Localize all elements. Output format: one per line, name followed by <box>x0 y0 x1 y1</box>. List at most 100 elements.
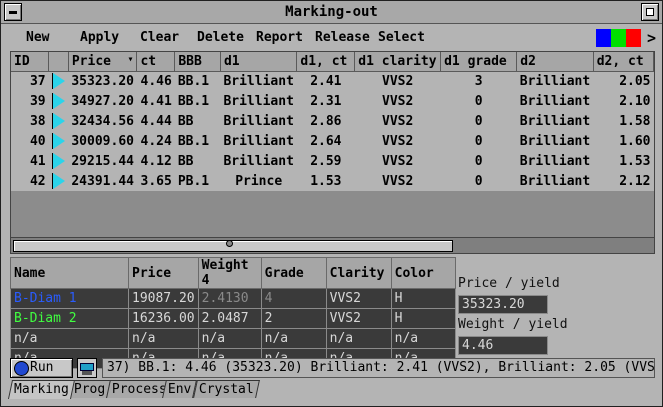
grid-cell: 2.12 <box>593 171 654 191</box>
grid-cell: 1.53 <box>593 151 654 171</box>
tab-label: Process <box>111 382 167 397</box>
menu-more-arrow-icon[interactable]: > <box>647 29 656 47</box>
col-d1[interactable]: d1 <box>220 52 298 72</box>
grid-cell: 39 <box>11 91 49 111</box>
parts-col-weight: Weight 4 <box>197 257 262 289</box>
run-button[interactable]: Run <box>10 358 73 378</box>
weight-yield-label: Weight / yield <box>458 317 568 332</box>
tab-prog[interactable]: Prog <box>68 380 112 398</box>
col-marker[interactable] <box>48 52 69 72</box>
grid-cell: Brilliant <box>220 71 297 91</box>
part-cell: 19087.20 <box>128 288 199 309</box>
scroll-thumb[interactable] <box>13 240 453 252</box>
grid-cell: BB <box>174 111 221 131</box>
row-marker <box>48 91 69 111</box>
grid-cell: Prince <box>220 171 297 191</box>
grid-cell: 2.86 <box>296 111 355 131</box>
grid-cell: 4.41 <box>136 91 175 111</box>
grid-cell: 4.44 <box>136 111 175 131</box>
grid-cell: 32434.56 <box>68 111 137 131</box>
part-cell: 2.4130 <box>197 288 262 309</box>
tab-env[interactable]: Env <box>162 380 198 398</box>
grid-cell: 4.46 <box>136 71 175 91</box>
col-ct[interactable]: ct <box>136 52 176 72</box>
grid-cell: 40 <box>11 131 49 151</box>
menu-clear[interactable]: Clear <box>140 30 179 45</box>
monitor-icon <box>80 363 94 371</box>
grid-cell: 24391.44 <box>68 171 137 191</box>
computer-button[interactable] <box>77 358 97 378</box>
part-name-cell: B-Diam 1 <box>10 288 129 309</box>
part-cell: H <box>390 308 456 329</box>
marking-out-window: Marking-out New Apply Clear Delete Repor… <box>0 0 663 407</box>
parts-col-price: Price <box>128 257 199 289</box>
maximize-button[interactable] <box>641 3 659 21</box>
col-bbb[interactable]: BBB <box>174 52 221 72</box>
col-d2[interactable]: d2 <box>516 52 594 72</box>
col-d2-ct[interactable]: d2, ct <box>593 52 654 72</box>
menu-delete[interactable]: Delete <box>197 30 244 45</box>
table-row[interactable]: 38 32434.56 4.44 BB Brilliant 2.86 VVS2 0 Brilli… <box>11 111 654 131</box>
grid-cell: 42 <box>11 171 49 191</box>
grid-body: 37 35323.20 4.46 BB.1 Brilliant 2.41 VVS2 3 Bril… <box>11 71 654 191</box>
grid-cell: 1.60 <box>593 131 654 151</box>
horizontal-scrollbar[interactable] <box>10 237 655 254</box>
tab-bar: Marking Prog Process Env Crystal <box>7 380 655 400</box>
col-id[interactable]: ID <box>11 52 50 72</box>
grid-cell: Brilliant <box>220 91 297 111</box>
part-cell: n/a <box>390 328 456 349</box>
grid-cell: BB <box>174 151 221 171</box>
menu-new[interactable]: New <box>26 30 49 45</box>
menu-report[interactable]: Report <box>256 30 303 45</box>
color-swatch-green[interactable] <box>611 29 626 47</box>
grid-cell: 30009.60 <box>68 131 137 151</box>
col-d1-ct[interactable]: d1, ct <box>296 52 356 72</box>
grid-cell: 38 <box>11 111 49 131</box>
row-arrow-icon <box>51 133 65 149</box>
part-cell: 16236.00 <box>128 308 199 329</box>
parts-col-clarity: Clarity <box>325 257 392 289</box>
scroll-grip-icon[interactable] <box>226 240 233 247</box>
grid-cell: 2.41 <box>296 71 355 91</box>
parts-row[interactable]: B-Diam 1 19087.20 2.4130 4 VVS2 H <box>10 288 456 309</box>
grid-cell: Brilliant <box>516 171 594 191</box>
sort-desc-icon: ▾ <box>127 53 134 65</box>
grid-cell: 29215.44 <box>68 151 137 171</box>
parts-row[interactable]: B-Diam 2 16236.00 2.0487 2 VVS2 H <box>10 308 456 329</box>
grid-cell: Brilliant <box>516 71 594 91</box>
parts-row[interactable]: n/an/an/an/an/an/a <box>10 328 456 349</box>
col-d1-grade[interactable]: d1 grade <box>440 52 518 72</box>
color-swatch-red[interactable] <box>626 29 641 47</box>
menu-select[interactable]: Select <box>378 30 425 45</box>
table-row[interactable]: 40 30009.60 4.24 BB.1 Brilliant 2.64 VVS2 0 Bril… <box>11 131 654 151</box>
grid-cell: 0 <box>440 131 517 151</box>
col-d1-clarity[interactable]: d1 clarity <box>354 52 442 72</box>
tab-crystal[interactable]: Crystal <box>193 380 260 398</box>
table-row[interactable]: 42 24391.44 3.65 PB.1 Prince 1.53 VVS2 0 Brillia… <box>11 171 654 191</box>
title-bar[interactable]: Marking-out <box>1 1 662 24</box>
part-cell: n/a <box>325 328 392 349</box>
row-marker <box>48 151 69 171</box>
price-yield-value: 35323.20 <box>458 295 548 314</box>
row-marker <box>48 171 69 191</box>
tab-marking[interactable]: Marking <box>7 380 75 399</box>
monitor-base-icon <box>82 371 92 375</box>
table-row[interactable]: 41 29215.44 4.12 BB Brilliant 2.59 VVS2 0 Brilli… <box>11 151 654 171</box>
grid-cell: 0 <box>440 171 517 191</box>
part-cell: 2.0487 <box>197 308 262 329</box>
grid-cell: Brilliant <box>516 151 594 171</box>
status-text: 37) BB.1: 4.46 (35323.20) Brilliant: 2.4… <box>102 358 655 378</box>
price-yield-label: Price / yield <box>458 276 560 291</box>
menu-release[interactable]: Release <box>315 30 370 45</box>
table-row[interactable]: 39 34927.20 4.41 BB.1 Brilliant 2.31 VVS2 0 Bril… <box>11 91 654 111</box>
row-marker <box>48 131 69 151</box>
grid-cell: PB.1 <box>174 171 221 191</box>
grid-cell: Brilliant <box>516 91 594 111</box>
menu-apply[interactable]: Apply <box>80 30 119 45</box>
grid-cell: BB.1 <box>174 91 221 111</box>
color-swatch-blue[interactable] <box>596 29 611 47</box>
maximize-icon <box>646 8 654 16</box>
table-row[interactable]: 37 35323.20 4.46 BB.1 Brilliant 2.41 VVS2 3 Bril… <box>11 71 654 91</box>
grid-cell: 4.24 <box>136 131 175 151</box>
col-price[interactable]: Price ▾ <box>68 52 138 72</box>
